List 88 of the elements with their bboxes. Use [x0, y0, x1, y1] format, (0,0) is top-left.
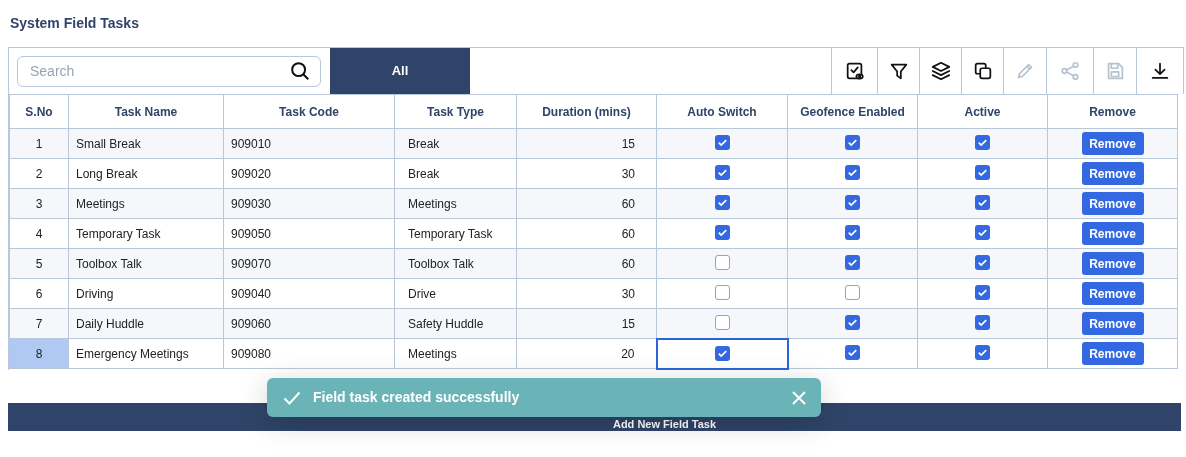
- table-cell: 909010: [223, 128, 395, 159]
- table-cell: 2: [9, 158, 69, 189]
- table-cell: 5: [9, 248, 69, 279]
- checkbox[interactable]: [975, 195, 990, 211]
- remove-button[interactable]: Remove: [1081, 252, 1144, 275]
- remove-button[interactable]: Remove: [1081, 192, 1144, 215]
- table-cell: 6: [9, 278, 69, 309]
- table-cell: Meetings: [394, 188, 517, 219]
- column-header: S.No: [9, 94, 69, 129]
- table-cell: 3: [9, 188, 69, 219]
- checkbox[interactable]: [975, 345, 990, 361]
- checkbox[interactable]: [845, 135, 860, 151]
- column-header: Task Name: [68, 94, 224, 129]
- page-title: System Field Tasks: [10, 14, 139, 33]
- checkbox[interactable]: [975, 315, 990, 331]
- table-cell: Drive: [394, 278, 517, 309]
- table-cell: Emergency Meetings: [68, 338, 224, 369]
- search-field[interactable]: Search: [17, 55, 321, 87]
- table-cell: Temporary Task: [68, 218, 224, 249]
- table-cell: 15: [516, 128, 657, 159]
- table-cell: Long Break: [68, 158, 224, 189]
- table-cell: 60: [516, 188, 657, 219]
- checkbox[interactable]: [975, 285, 990, 301]
- table-cell: 15: [516, 308, 657, 339]
- checkbox[interactable]: [714, 345, 730, 361]
- checkbox[interactable]: [845, 315, 860, 331]
- table-cell: 909080: [223, 338, 395, 369]
- layers-icon: [929, 60, 952, 82]
- checkbox[interactable]: [845, 195, 860, 211]
- table-cell: 60: [516, 248, 657, 279]
- remove-button[interactable]: Remove: [1081, 282, 1144, 305]
- checkbox[interactable]: [845, 225, 860, 241]
- checkbox[interactable]: [714, 255, 730, 271]
- column-header: Task Type: [394, 94, 517, 129]
- checkbox[interactable]: [845, 345, 861, 361]
- download-icon: [1149, 60, 1171, 82]
- table-cell: Driving: [68, 278, 224, 309]
- checkbox[interactable]: [845, 255, 860, 271]
- table-cell: Break: [394, 158, 517, 189]
- share-icon: [1059, 60, 1081, 82]
- table-cell: Temporary Task: [394, 218, 517, 249]
- filter-tab[interactable]: All: [330, 48, 470, 94]
- checkbox[interactable]: [714, 135, 730, 151]
- column-header: Remove: [1047, 94, 1178, 129]
- column-header: Geofence Enabled: [787, 94, 918, 129]
- checkbox[interactable]: [714, 195, 730, 211]
- check-icon: [283, 390, 301, 405]
- remove-button[interactable]: Remove: [1081, 312, 1144, 335]
- table-cell: 60: [516, 218, 657, 249]
- checkbox[interactable]: [975, 225, 990, 241]
- table-cell: 30: [516, 158, 657, 189]
- remove-button[interactable]: Remove: [1081, 342, 1144, 365]
- table-cell: Toolbox Talk: [68, 248, 224, 279]
- table-cell: 909070: [223, 248, 395, 279]
- checkbox[interactable]: [714, 285, 730, 301]
- checkbox[interactable]: [975, 135, 990, 151]
- table-cell: Small Break: [68, 128, 224, 159]
- table-cell: Meetings: [394, 338, 517, 369]
- table-cell: Break: [394, 128, 517, 159]
- checkbox[interactable]: [975, 165, 990, 181]
- remove-button[interactable]: Remove: [1081, 222, 1144, 245]
- table-cell: Meetings: [68, 188, 224, 219]
- table-cell: 7: [9, 308, 69, 339]
- table-cell: 909050: [223, 218, 395, 249]
- column-header: Auto Switch: [656, 94, 788, 129]
- checkbox[interactable]: [714, 315, 730, 331]
- checkbox[interactable]: [845, 165, 860, 181]
- column-header: Task Code: [223, 94, 395, 129]
- search-icon[interactable]: [289, 59, 311, 82]
- table-cell: 4: [9, 218, 69, 249]
- checkbox[interactable]: [975, 255, 990, 271]
- remove-button[interactable]: Remove: [1081, 132, 1144, 155]
- table-cell: 1: [9, 128, 69, 159]
- column-header: Active: [917, 94, 1048, 129]
- table-cell: Toolbox Talk: [394, 248, 517, 279]
- table-cell: 909020: [223, 158, 395, 189]
- table-cell: 8: [9, 338, 69, 369]
- table-cell: 909040: [223, 278, 395, 309]
- remove-button[interactable]: Remove: [1081, 162, 1144, 185]
- column-header: Duration (mins): [516, 94, 657, 129]
- table-cell: Safety Huddle: [394, 308, 517, 339]
- checkbox[interactable]: [845, 285, 860, 301]
- table-cell: Daily Huddle: [68, 308, 224, 339]
- checkbox[interactable]: [714, 225, 730, 241]
- table-cell: 30: [516, 278, 657, 309]
- checkbox[interactable]: [714, 165, 730, 181]
- table-cell: 909060: [223, 308, 395, 339]
- table-cell: 909030: [223, 188, 395, 219]
